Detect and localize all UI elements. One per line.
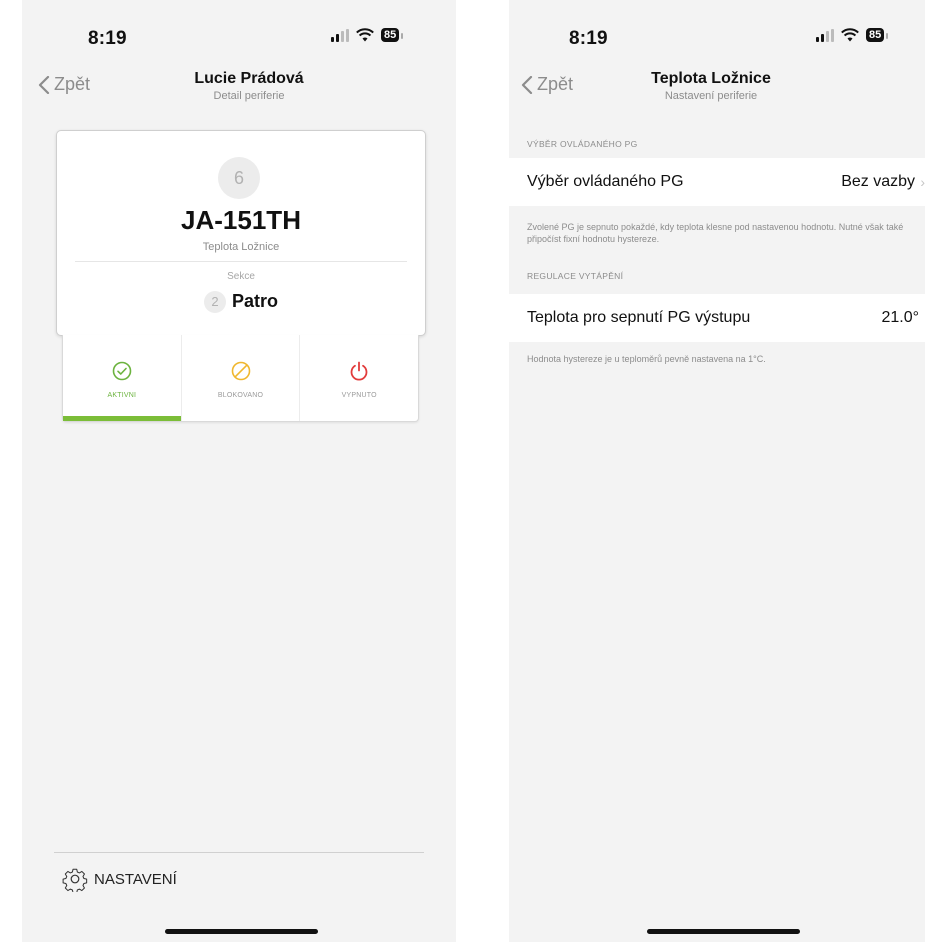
blocked-icon <box>231 361 250 381</box>
device-name: Teplota Ložnice <box>202 241 280 253</box>
pg-select-row[interactable]: Výběr ovládaného PG Bez vazby › <box>509 158 925 206</box>
section-header-heating: REGULACE VYTÁPĚNÍ <box>527 271 624 281</box>
left-screen: 8:19 85 Zpět Lucie Prádová Detail perife… <box>22 0 456 942</box>
cellular-signal-icon <box>816 28 834 42</box>
card-divider <box>75 261 407 262</box>
section-header-pg: VÝBĚR OVLÁDANÉHO PG <box>527 139 638 149</box>
power-icon <box>350 361 368 381</box>
section-name: Patro <box>231 291 278 311</box>
pg-select-note: Zvolené PG je sepnuto pokaždé, kdy teplo… <box>527 222 904 244</box>
temperature-row[interactable]: Teplota pro sepnutí PG výstupu 21.0° <box>509 294 925 342</box>
home-indicator[interactable] <box>165 929 318 934</box>
battery-icon: 85 <box>866 28 889 42</box>
mode-blocked-label: BLOKOVANO <box>217 392 264 399</box>
status-time: 8:19 <box>88 28 127 49</box>
mode-blocked-button[interactable]: BLOKOVANO <box>182 335 301 421</box>
section-row: 2 Patro <box>57 291 425 314</box>
temperature-label: Teplota pro sepnutí PG výstupu <box>527 309 751 326</box>
section-label: Sekce <box>227 271 255 282</box>
mode-off-label: VYPNUTO <box>341 392 377 399</box>
pg-select-value: Bez vazby <box>841 173 915 190</box>
page-title: Teplota Ložnice <box>651 70 771 87</box>
section-number-badge: 2 <box>203 291 226 314</box>
status-bar: 8:19 85 <box>22 22 456 52</box>
device-code: JA-151TH <box>181 205 301 235</box>
status-time: 8:19 <box>569 28 608 49</box>
mode-selector: AKTIVNI BLOKOVANO VYPNUTO <box>62 335 419 422</box>
status-icons: 85 <box>816 28 889 42</box>
temperature-value: 21.0° <box>881 309 919 326</box>
status-icons: 85 <box>331 28 404 42</box>
nav-bar: Zpět Lucie Prádová Detail periferie <box>22 68 456 112</box>
chevron-right-icon: › <box>920 174 925 190</box>
battery-icon: 85 <box>381 28 404 42</box>
cellular-signal-icon <box>331 28 349 42</box>
wifi-icon <box>356 28 374 42</box>
page-subtitle: Nastavení periferie <box>664 90 758 102</box>
device-card[interactable]: 6 JA-151TH Teplota Ložnice Sekce 2 Patro <box>56 130 426 336</box>
hysteresis-note: Hodnota hystereze je u teploměrů pevně n… <box>527 354 766 364</box>
settings-divider <box>54 852 424 853</box>
mode-active-label: AKTIVNI <box>107 392 137 399</box>
right-screen: 8:19 85 Zpět Teplota Ložnice Nastavení p… <box>509 0 925 942</box>
nav-bar: Zpět Teplota Ložnice Nastavení periferie <box>509 68 925 112</box>
pg-select-label: Výběr ovládaného PG <box>527 173 684 190</box>
check-circle-icon <box>112 361 132 381</box>
page-title: Lucie Prádová <box>194 70 304 87</box>
gear-icon <box>62 868 88 892</box>
device-number-badge: 6 <box>218 157 260 199</box>
settings-label: NASTAVENÍ <box>94 870 177 888</box>
settings-button[interactable]: NASTAVENÍ <box>62 866 177 892</box>
mode-active-button[interactable]: AKTIVNI <box>63 335 182 421</box>
status-bar: 8:19 85 <box>509 22 925 52</box>
wifi-icon <box>841 28 859 42</box>
home-indicator[interactable] <box>647 929 800 934</box>
page-subtitle: Detail periferie <box>213 90 285 102</box>
mode-off-button[interactable]: VYPNUTO <box>300 335 418 421</box>
